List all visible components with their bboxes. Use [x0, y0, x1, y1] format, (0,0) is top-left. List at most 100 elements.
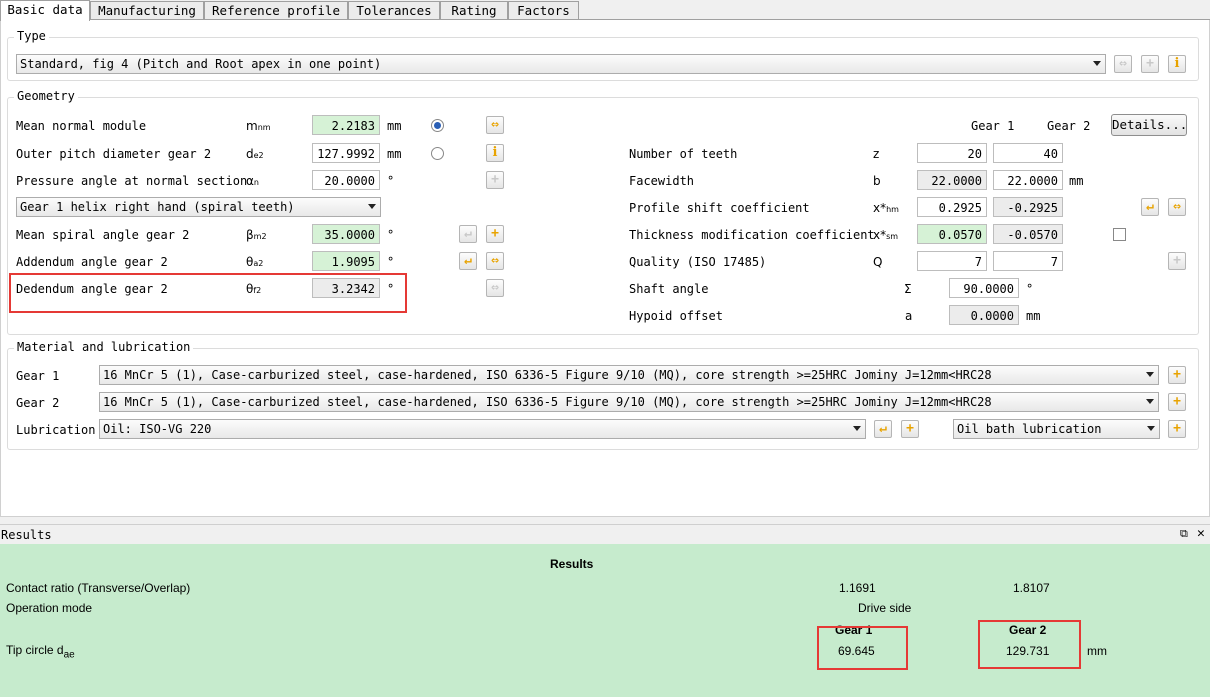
mean-normal-module-symbol: mnm — [246, 119, 271, 133]
return-arrow-icon[interactable]: ↵ — [459, 252, 477, 270]
mean-spiral-angle-symbol: βm2 — [246, 228, 267, 242]
quality-gear2-input[interactable]: 7 — [993, 251, 1063, 271]
shaft-angle-unit: ° — [1026, 282, 1034, 296]
contact-ratio-overlap: 1.8107 — [1013, 581, 1050, 595]
chevron-down-icon — [1146, 399, 1154, 404]
add-icon[interactable]: + — [1168, 393, 1186, 411]
tab-factors[interactable]: Factors — [508, 1, 579, 20]
chevron-down-icon — [1093, 61, 1101, 66]
type-group-title: Type — [14, 29, 49, 43]
chevron-down-icon — [1146, 372, 1154, 377]
shaft-angle-input[interactable]: 90.0000 — [949, 278, 1019, 298]
return-arrow-icon[interactable]: ↵ — [459, 225, 477, 243]
restore-icon[interactable]: ⧉ — [1180, 526, 1188, 542]
add-icon[interactable]: + — [1168, 252, 1186, 270]
material-gear1-select[interactable]: 16 MnCr 5 (1), Case-carburized steel, ca… — [99, 365, 1159, 385]
highlight-box-gear1 — [817, 626, 908, 670]
lubrication-select[interactable]: Oil: ISO-VG 220 — [99, 419, 866, 439]
add-icon[interactable]: + — [486, 225, 504, 243]
type-select[interactable]: Standard, fig 4 (Pitch and Root apex in … — [16, 54, 1106, 74]
hypoid-offset-symbol: a — [905, 309, 913, 323]
close-icon[interactable]: ✕ — [1197, 526, 1205, 542]
swap-arrows-icon[interactable]: ⇔ — [486, 116, 504, 134]
material-group-title: Material and lubrication — [14, 340, 194, 354]
pressure-angle-label: Pressure angle at normal section — [16, 174, 248, 188]
swap-arrows-icon[interactable]: ⇔ — [1168, 198, 1186, 216]
info-icon[interactable]: i — [486, 144, 504, 162]
material-gear2-select[interactable]: 16 MnCr 5 (1), Case-carburized steel, ca… — [99, 392, 1159, 412]
addendum-angle-symbol: θa2 — [246, 255, 264, 269]
mean-spiral-angle-input[interactable]: 35.0000 — [312, 224, 380, 244]
add-icon[interactable]: + — [1141, 55, 1159, 73]
results-bar-title: Results — [1, 528, 52, 542]
tab-basic-data[interactable]: Basic data — [0, 0, 90, 21]
chevron-down-icon — [853, 426, 861, 431]
geometry-group-title: Geometry — [14, 89, 78, 103]
tip-circle-subscript: ae — [63, 649, 75, 661]
gear2-header: Gear 2 — [1047, 119, 1091, 133]
swap-arrows-icon[interactable]: ⇔ — [486, 279, 504, 297]
pressure-angle-unit: ° — [387, 174, 395, 188]
swap-arrows-icon[interactable]: ⇔ — [486, 252, 504, 270]
outer-pitch-diameter-input[interactable]: 127.9992 — [312, 143, 380, 163]
pitch-diameter-radio[interactable] — [431, 147, 444, 160]
chevron-down-icon — [368, 204, 376, 209]
quality-label: Quality (ISO 17485) — [629, 255, 767, 269]
add-icon[interactable]: + — [486, 171, 504, 189]
thickness-mod-checkbox[interactable] — [1113, 228, 1126, 241]
profile-shift-label: Profile shift coefficient — [629, 201, 810, 215]
tab-bar: Basic data Manufacturing Reference profi… — [0, 0, 1210, 21]
shaft-angle-label: Shaft angle — [629, 282, 709, 296]
pressure-angle-input[interactable]: 20.0000 — [312, 170, 380, 190]
contact-ratio-label: Contact ratio (Transverse/Overlap) — [6, 581, 191, 595]
thickness-mod-gear2-input[interactable]: -0.0570 — [993, 224, 1063, 244]
tab-rating[interactable]: Rating — [440, 1, 508, 20]
swap-icon[interactable]: ⇔ — [1114, 55, 1132, 73]
profile-shift-gear1-input[interactable]: 0.2925 — [917, 197, 987, 217]
teeth-gear2-input[interactable]: 40 — [993, 143, 1063, 163]
number-of-teeth-symbol: z — [873, 147, 880, 161]
module-radio[interactable] — [431, 119, 444, 132]
thickness-mod-gear1-input[interactable]: 0.0570 — [917, 224, 987, 244]
mean-spiral-angle-label: Mean spiral angle gear 2 — [16, 228, 190, 242]
tab-tolerances[interactable]: Tolerances — [348, 1, 440, 20]
add-icon[interactable]: + — [1168, 366, 1186, 384]
gear1-header: Gear 1 — [971, 119, 1015, 133]
facewidth-gear1-input[interactable]: 22.0000 — [917, 170, 987, 190]
shaft-angle-symbol: Σ — [904, 282, 912, 296]
tab-reference-profile[interactable]: Reference profile — [204, 1, 348, 20]
return-arrow-icon[interactable]: ↵ — [874, 420, 892, 438]
helix-direction-value: Gear 1 helix right hand (spiral teeth) — [20, 200, 295, 214]
results-titlebar: Results ⧉ ✕ — [0, 524, 1210, 545]
hypoid-offset-label: Hypoid offset — [629, 309, 723, 323]
info-icon[interactable]: i — [1168, 55, 1186, 73]
highlight-box-dedendum — [9, 273, 407, 313]
tab-manufacturing[interactable]: Manufacturing — [90, 1, 204, 20]
details-button[interactable]: Details... — [1111, 114, 1187, 136]
mean-normal-module-input[interactable]: 2.2183 — [312, 115, 380, 135]
quality-gear1-input[interactable]: 7 — [917, 251, 987, 271]
add-icon[interactable]: + — [901, 420, 919, 438]
helix-direction-select[interactable]: Gear 1 helix right hand (spiral teeth) — [16, 197, 381, 217]
profile-shift-symbol: x*hm — [873, 201, 899, 215]
return-arrow-icon[interactable]: ↵ — [1141, 198, 1159, 216]
pressure-angle-symbol: αn — [246, 174, 259, 188]
lubrication-type-value: Oil bath lubrication — [957, 422, 1102, 436]
facewidth-unit: mm — [1069, 174, 1084, 188]
facewidth-symbol: b — [873, 174, 881, 188]
material-gear1-value: 16 MnCr 5 (1), Case-carburized steel, ca… — [103, 368, 992, 382]
facewidth-gear2-input[interactable]: 22.0000 — [993, 170, 1063, 190]
hypoid-offset-input[interactable]: 0.0000 — [949, 305, 1019, 325]
quality-symbol: Q — [873, 255, 883, 269]
lubrication-type-select[interactable]: Oil bath lubrication — [953, 419, 1160, 439]
material-gear1-label: Gear 1 — [16, 369, 60, 383]
profile-shift-gear2-input[interactable]: -0.2925 — [993, 197, 1063, 217]
operation-mode-value: Drive side — [858, 601, 912, 615]
results-heading: Results — [550, 557, 594, 571]
add-icon[interactable]: + — [1168, 420, 1186, 438]
addendum-angle-input[interactable]: 1.9095 — [312, 251, 380, 271]
tip-circle-label-text: Tip circle d — [6, 643, 64, 657]
outer-pitch-diameter-label: Outer pitch diameter gear 2 — [16, 147, 212, 161]
mean-spiral-angle-unit: ° — [387, 228, 395, 242]
teeth-gear1-input[interactable]: 20 — [917, 143, 987, 163]
